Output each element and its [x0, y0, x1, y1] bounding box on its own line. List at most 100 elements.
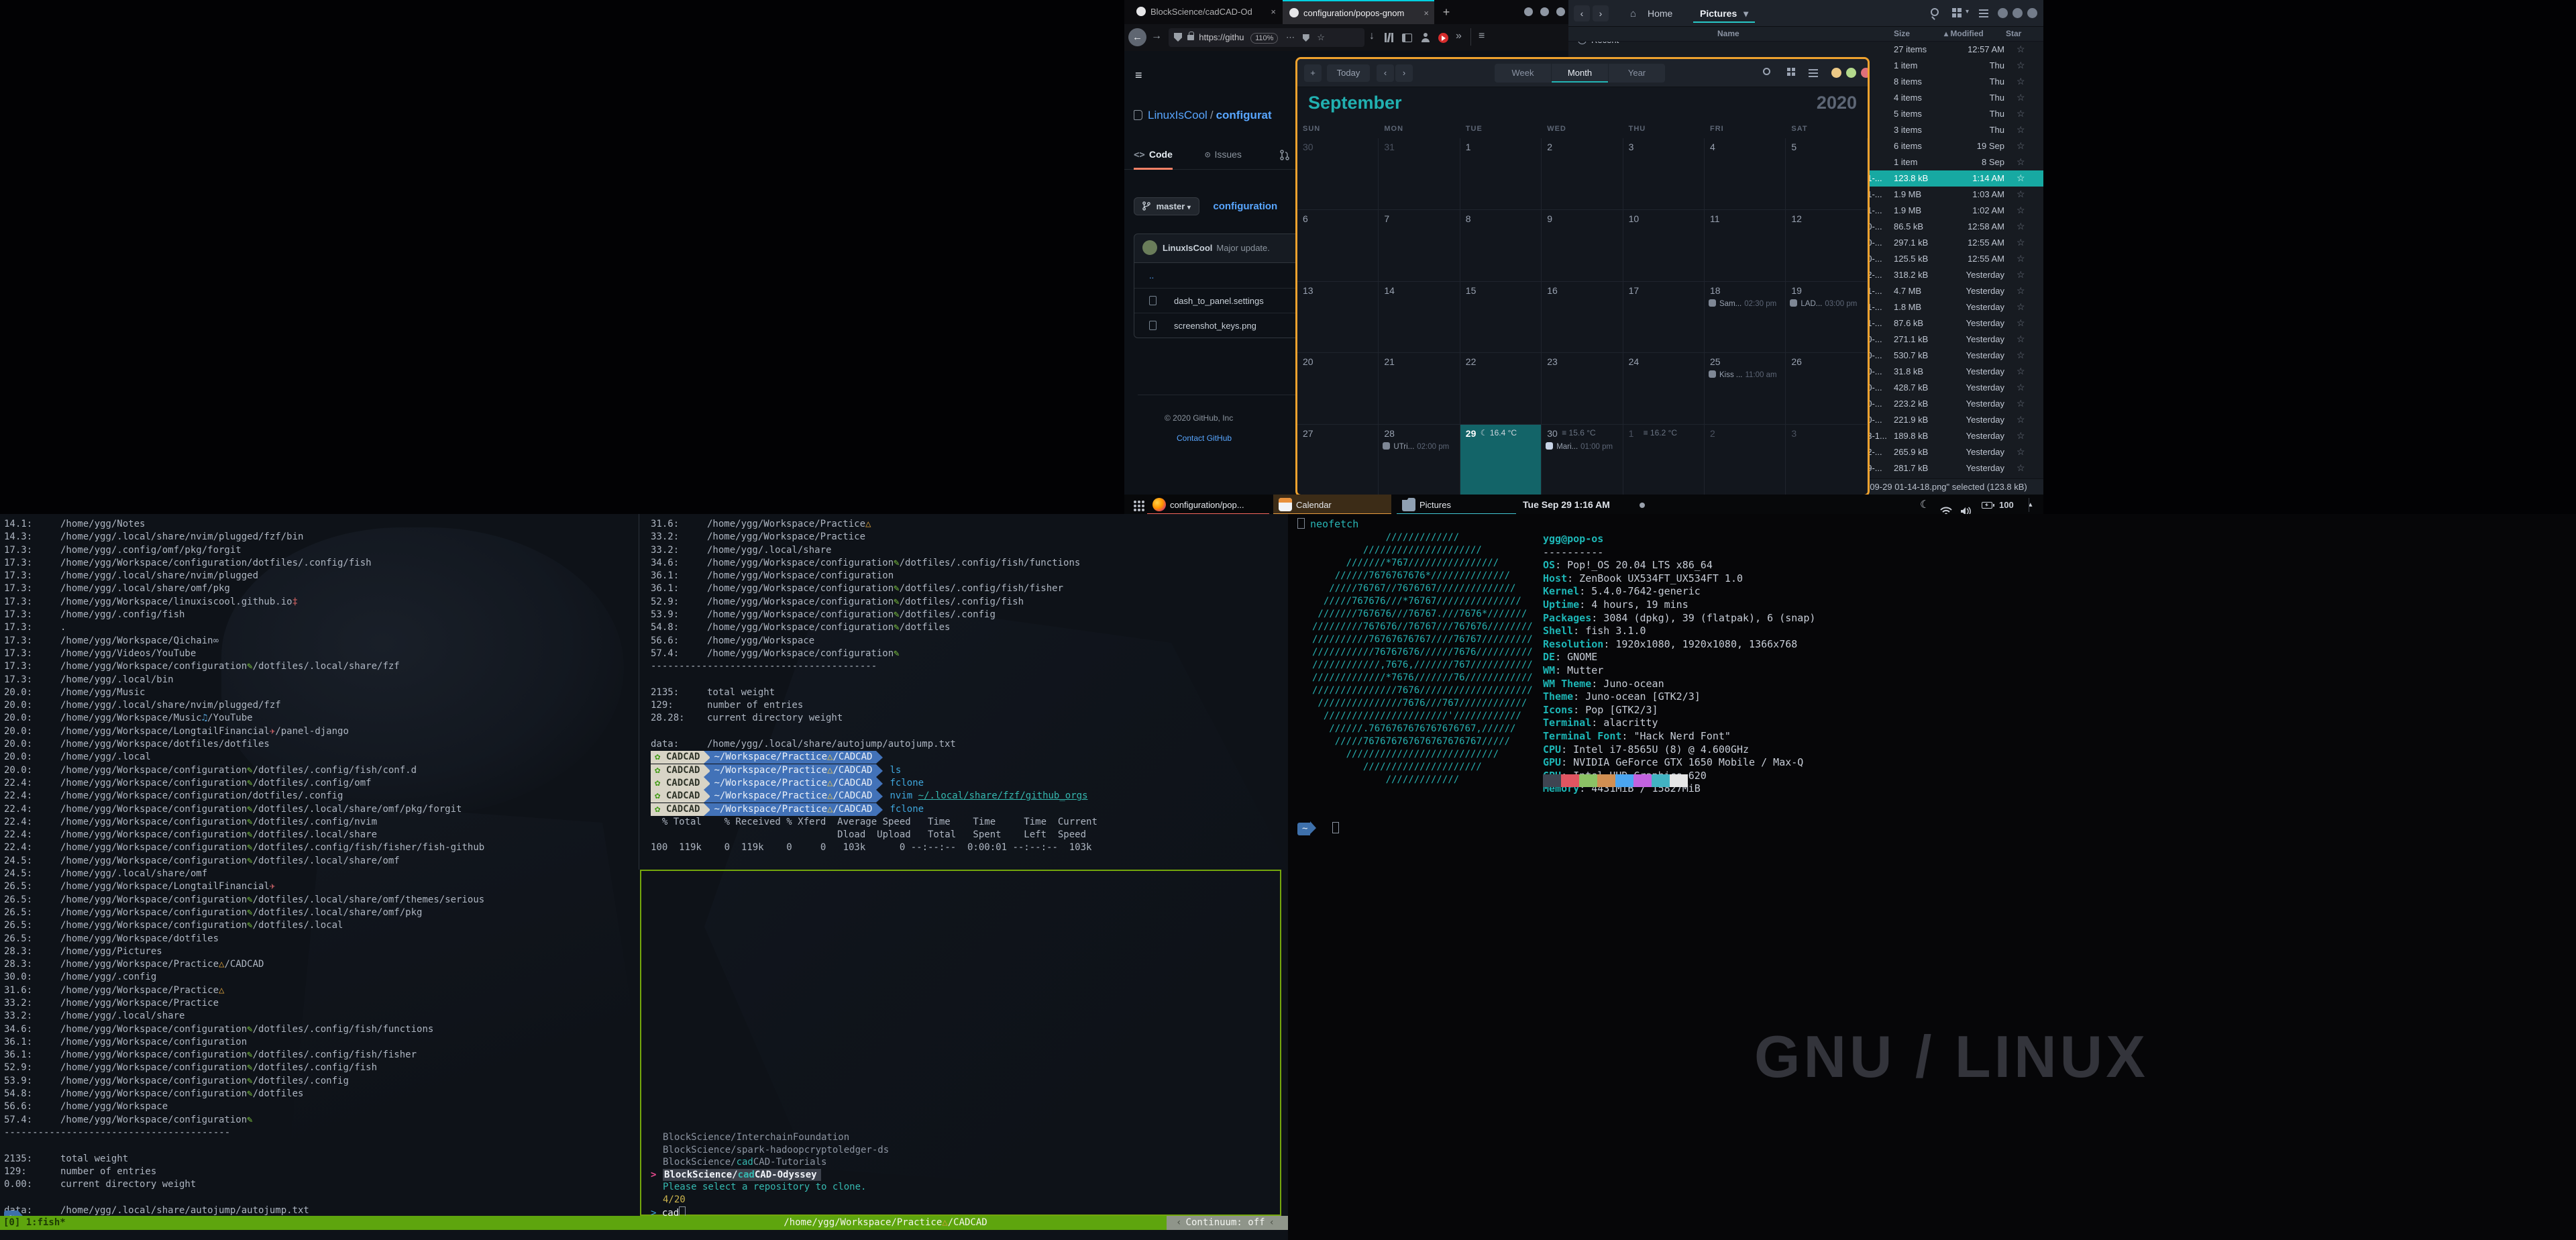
table-row[interactable]: 4 itemsThu☆ [1857, 90, 2043, 106]
table-row[interactable]: 09-...281.7 kBYesterday☆ [1857, 460, 2043, 476]
calendar-grid-icon[interactable] [1787, 68, 1790, 71]
window-button[interactable] [1556, 7, 1565, 16]
table-row[interactable]: 20-...271.1 kBYesterday☆ [1857, 331, 2043, 348]
star-icon[interactable]: ☆ [2017, 44, 2025, 55]
star-icon[interactable]: ☆ [2017, 140, 2025, 152]
table-row[interactable]: 20-...428.7 kBYesterday☆ [1857, 380, 2043, 396]
branch-selector-button[interactable]: master ▾ [1134, 197, 1199, 215]
today-button[interactable]: Today [1327, 64, 1370, 82]
table-row[interactable]: 8 itemsThu☆ [1857, 74, 2043, 90]
close-icon[interactable]: × [1424, 1, 1429, 25]
calendar-day-cell[interactable]: 29☾ 16.4 °C [1460, 425, 1542, 497]
calendar-day-cell[interactable]: 2 [1542, 138, 1623, 210]
calendar-day-cell[interactable]: 3 [1623, 138, 1705, 210]
library-icon[interactable] [1385, 32, 1393, 44]
files-path-button-pictures[interactable]: Pictures ▾ [1693, 4, 1755, 23]
calendar-day-cell[interactable]: 16 [1542, 282, 1623, 354]
window-button-close[interactable] [1861, 68, 1870, 78]
calendar-day-cell[interactable]: 15 [1460, 282, 1542, 354]
calendar-day-cell[interactable]: 20 [1297, 353, 1379, 425]
table-row[interactable]: 27 items12:57 AM☆ [1857, 42, 2043, 58]
star-icon[interactable]: ☆ [2017, 462, 2025, 474]
star-icon[interactable]: ☆ [2017, 333, 2025, 345]
github-footer-contact-link[interactable]: Contact GitHub [1177, 433, 1232, 443]
calendar-day-cell[interactable]: 8 [1460, 210, 1542, 282]
star-icon[interactable]: ☆ [2017, 414, 2025, 425]
star-icon[interactable]: ☆ [2017, 301, 2025, 313]
view-month-button[interactable]: Month [1552, 64, 1608, 83]
calendar-day-cell[interactable]: 1≡ 16.2 °C [1623, 425, 1705, 497]
table-row[interactable]: 3 itemsThu☆ [1857, 122, 2043, 138]
menu-icon[interactable] [1809, 69, 1818, 70]
files-home-button[interactable]: Home [1641, 4, 1679, 23]
files-forward-button[interactable]: › [1593, 5, 1609, 21]
calendar-day-cell[interactable]: 4 [1705, 138, 1786, 210]
calendar-day-cell[interactable]: 25Kiss ...11:00 am [1705, 353, 1786, 425]
column-name[interactable]: Name [1717, 29, 1739, 38]
url-bar[interactable]: https://githu 110% ⋯ ☆ [1169, 28, 1364, 47]
calendar-day-cell[interactable]: 13 [1297, 282, 1379, 354]
tab-code[interactable]: <>Code [1134, 142, 1173, 170]
terminal-pane-left[interactable]: 14.1:/home/ygg/Notes14.3:/home/ygg/.loca… [4, 518, 635, 1217]
search-icon[interactable] [1931, 8, 1939, 16]
repo-owner-link[interactable]: LinuxIsCool [1148, 109, 1208, 121]
table-row[interactable]: 00-...125.5 kB12:55 AM☆ [1857, 251, 2043, 267]
star-icon[interactable]: ☆ [2017, 221, 2025, 232]
table-row[interactable]: 00-...297.1 kB12:55 AM☆ [1857, 235, 2043, 251]
star-icon[interactable]: ☆ [2017, 156, 2025, 168]
browser-tab-active[interactable]: configuration/popos-gnom× [1283, 0, 1434, 24]
view-caret-icon[interactable]: ▾ [1966, 8, 1969, 15]
github-hamburger-icon[interactable]: ≡ [1135, 68, 1148, 83]
calendar-day-cell[interactable]: 10 [1623, 210, 1705, 282]
column-size[interactable]: Size [1894, 29, 1910, 38]
close-icon[interactable]: × [1271, 0, 1276, 24]
window-button[interactable] [2027, 8, 2037, 18]
breadcrumb[interactable]: configuration [1213, 201, 1277, 212]
table-row[interactable]: 13-1...189.8 kBYesterday☆ [1857, 428, 2043, 444]
calendar-day-cell[interactable]: 3 [1786, 425, 1867, 497]
star-icon[interactable]: ☆ [2017, 60, 2025, 71]
calendar-day-cell[interactable]: 26 [1786, 353, 1867, 425]
window-button-minimize[interactable] [1831, 68, 1841, 78]
star-icon[interactable]: ☆ [2017, 76, 2025, 87]
table-row[interactable]: 12-...265.9 kBYesterday☆ [1857, 444, 2043, 460]
star-icon[interactable]: ☆ [2017, 205, 2025, 216]
commit-author[interactable]: LinuxIsCool [1163, 243, 1212, 253]
download-icon[interactable]: ↓ [1369, 30, 1375, 42]
sidebar-icon[interactable] [1402, 32, 1412, 44]
view-year-button[interactable]: Year [1609, 64, 1665, 83]
calendar-day-cell[interactable]: 14 [1379, 282, 1460, 354]
menu-icon[interactable] [1979, 9, 1988, 11]
calendar-day-cell[interactable]: 7 [1379, 210, 1460, 282]
calendar-day-cell[interactable]: 2 [1705, 425, 1786, 497]
zoom-level-badge[interactable]: 110% [1250, 33, 1278, 44]
calendar-day-cell[interactable]: 28UTri...02:00 pm [1379, 425, 1460, 497]
taskbar-app-files[interactable]: Pictures [1397, 495, 1516, 515]
overflow-icon[interactable]: » [1456, 30, 1462, 42]
calendar-day-cell[interactable]: 23 [1542, 353, 1623, 425]
calendar-day-cell[interactable]: 9 [1542, 210, 1623, 282]
star-icon[interactable]: ☆ [2017, 430, 2025, 442]
table-row[interactable]: 01-...123.8 kB1:14 AM☆ [1857, 170, 2043, 187]
table-row[interactable]: 20-...221.9 kBYesterday☆ [1857, 412, 2043, 428]
extension-red-icon[interactable] [1438, 32, 1448, 44]
window-button-maximize[interactable] [1846, 68, 1856, 78]
star-icon[interactable]: ☆ [2017, 285, 2025, 297]
terminal-pane-right[interactable]: 31.6:/home/ygg/Workspace/Practice△33.2:/… [651, 518, 1281, 855]
window-button[interactable] [1524, 7, 1533, 16]
calendar-day-cell[interactable]: 30 [1297, 138, 1379, 210]
taskbar-app-firefox[interactable]: configuration/pop... [1147, 495, 1269, 515]
fzf-item[interactable]: BlockScience/InterchainFoundation [651, 1131, 1254, 1144]
star-icon[interactable]: ☆ [2017, 172, 2025, 184]
night-light-icon[interactable]: ☾ [1920, 495, 1929, 515]
calendar-day-cell[interactable]: 22 [1460, 353, 1542, 425]
table-row[interactable]: 5 itemsThu☆ [1857, 106, 2043, 122]
calendar-day-cell[interactable]: 27 [1297, 425, 1379, 497]
star-icon[interactable]: ☆ [2017, 398, 2025, 409]
files-back-button[interactable]: ‹ [1574, 5, 1590, 21]
window-button[interactable] [2012, 8, 2023, 18]
add-event-button[interactable]: + [1304, 64, 1322, 82]
star-icon[interactable]: ☆ [2017, 446, 2025, 458]
table-row[interactable]: 6 items19 Sep☆ [1857, 138, 2043, 154]
star-icon[interactable]: ☆ [2017, 269, 2025, 280]
